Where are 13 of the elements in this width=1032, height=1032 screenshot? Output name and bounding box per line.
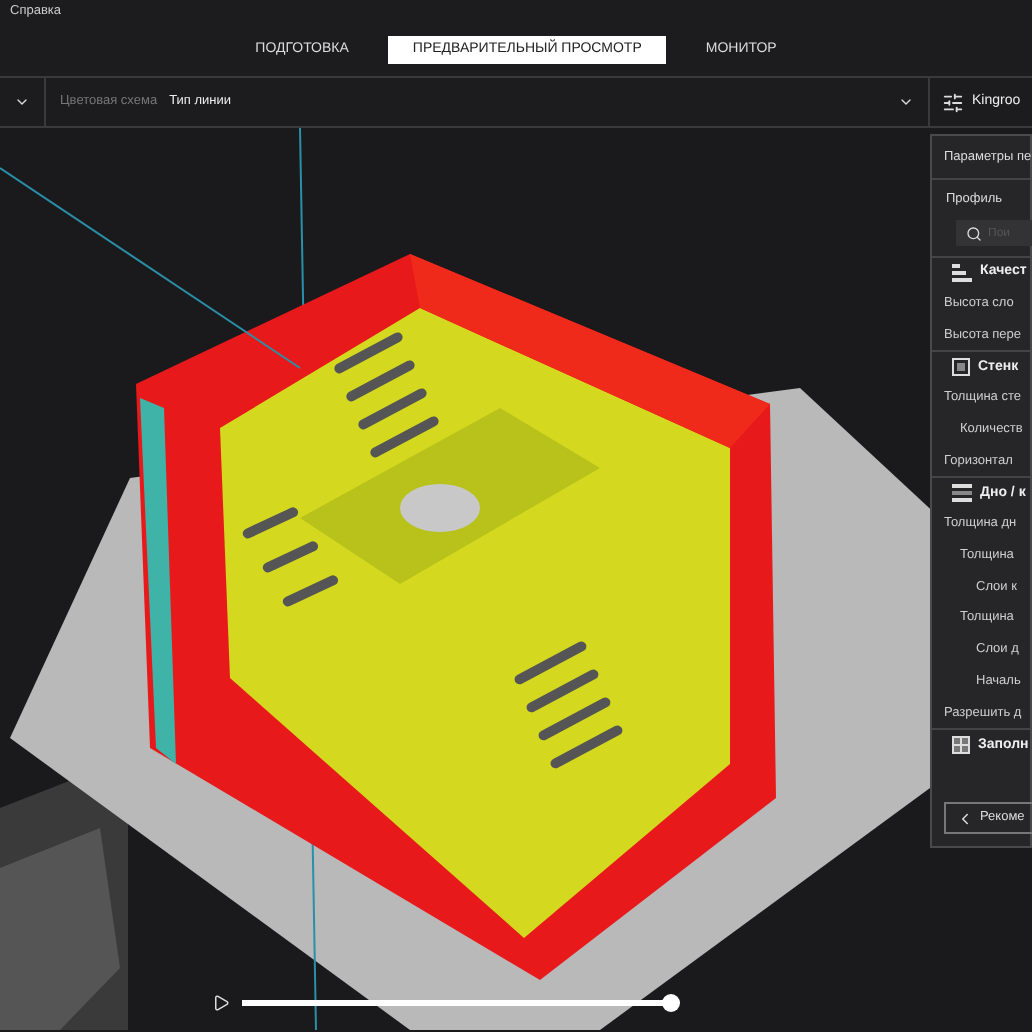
layers-icon: [952, 264, 972, 282]
play-button[interactable]: [212, 994, 230, 1012]
play-icon: [212, 994, 230, 1012]
chevron-down-icon: [14, 94, 30, 110]
stripes-icon: [952, 484, 972, 503]
sliders-icon: [942, 91, 964, 113]
chevron-down-icon: [898, 94, 914, 110]
square-icon: [952, 358, 970, 377]
search-icon: [966, 225, 982, 241]
playback-slider[interactable]: [242, 994, 680, 1012]
chevron-left-icon: [956, 809, 974, 827]
grid-icon: [952, 736, 970, 755]
slider-thumb[interactable]: [662, 994, 680, 1012]
